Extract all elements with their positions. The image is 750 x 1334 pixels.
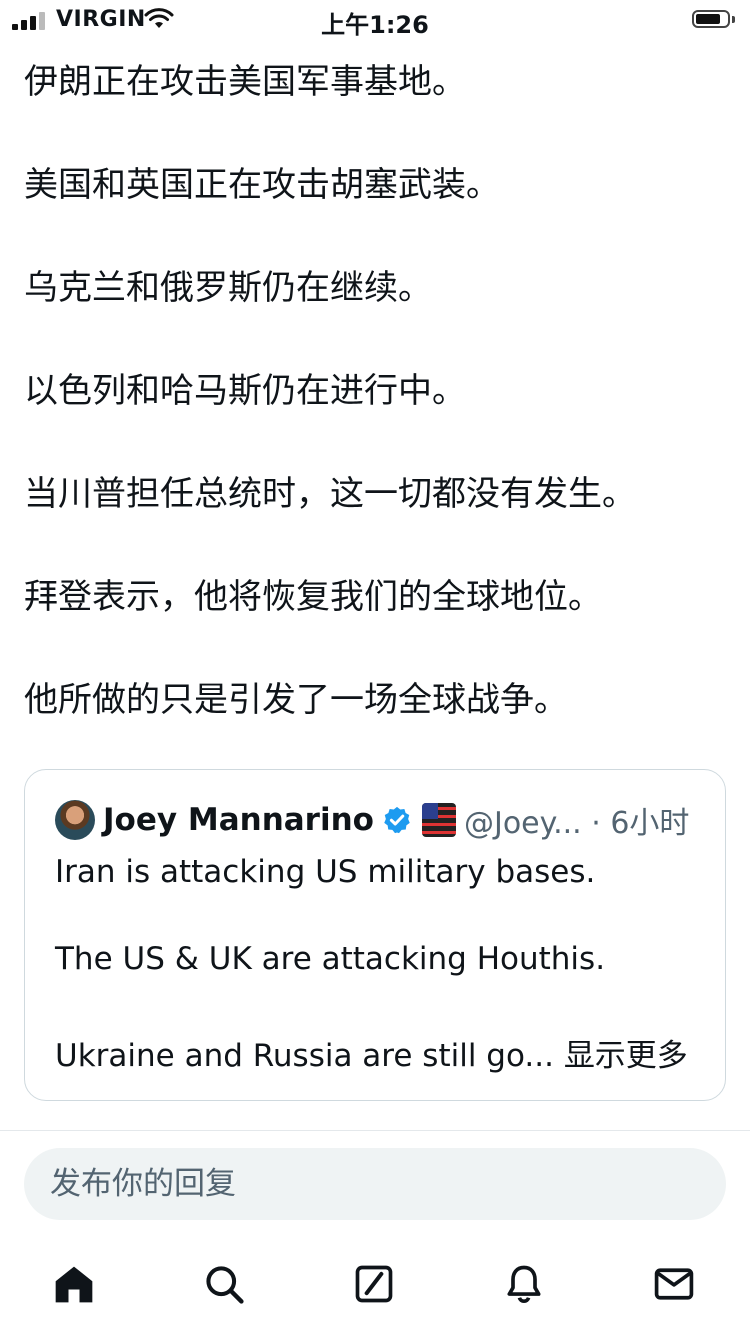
quoted-tweet-line: The US & UK are attacking Houthis. [55,941,606,977]
battery-icon [692,10,736,30]
quoted-tweet-card[interactable]: Joey Mannarino @Joey... · 6小时 Iran is at… [24,769,726,1101]
reply-box[interactable] [24,1148,726,1220]
messages-tab[interactable] [652,1262,700,1310]
post-line: 以色列和哈马斯仍在进行中。 [24,371,466,411]
post-line: 拜登表示，他将恢复我们的全球地位。 [24,577,602,617]
flag-badge-icon [421,803,456,837]
reply-input[interactable] [48,1165,692,1203]
post-line: 乌克兰和俄罗斯仍在继续。 [24,268,432,308]
show-more-link[interactable]: 显示更多 [564,1038,688,1074]
author-handle: @Joey... · 6小时 [463,806,690,841]
notifications-tab[interactable] [502,1262,550,1310]
avatar[interactable] [55,800,95,840]
compose-tab[interactable] [352,1262,400,1310]
post-line: 当川普担任总统时，这一切都没有发生。 [24,474,636,514]
divider [0,1130,750,1131]
post-body: 伊朗正在攻击美国军事基地。 美国和英国正在攻击胡塞武装。 乌克兰和俄罗斯仍在继续… [24,56,724,777]
mail-icon [654,1268,694,1300]
search-icon [206,1266,244,1304]
clock: 上午1:26 [321,11,429,39]
bell-icon [507,1265,541,1303]
quoted-tweet-line: Ukraine and Russia are still go... [55,1038,554,1074]
quoted-tweet-line: Iran is attacking US military bases. [55,854,596,890]
compose-icon [355,1265,393,1303]
status-bar: VIRGIN 上午1:26 [0,0,750,40]
post-line: 美国和英国正在攻击胡塞武装。 [24,165,500,205]
verified-badge-icon [384,806,410,834]
quoted-tweet-line-last: Ukraine and Russia are still go... 显示更多 [55,1030,688,1075]
home-icon [55,1266,93,1303]
home-tab[interactable] [52,1262,100,1310]
post-line: 伊朗正在攻击美国军事基地。 [24,62,466,102]
search-tab[interactable] [202,1262,250,1310]
bottom-nav [0,1250,750,1334]
post-line: 他所做的只是引发了一场全球战争。 [24,680,568,720]
author-name[interactable]: Joey Mannarino [103,802,374,838]
quoted-tweet-header: Joey Mannarino @Joey... · 6小时 [55,798,689,842]
